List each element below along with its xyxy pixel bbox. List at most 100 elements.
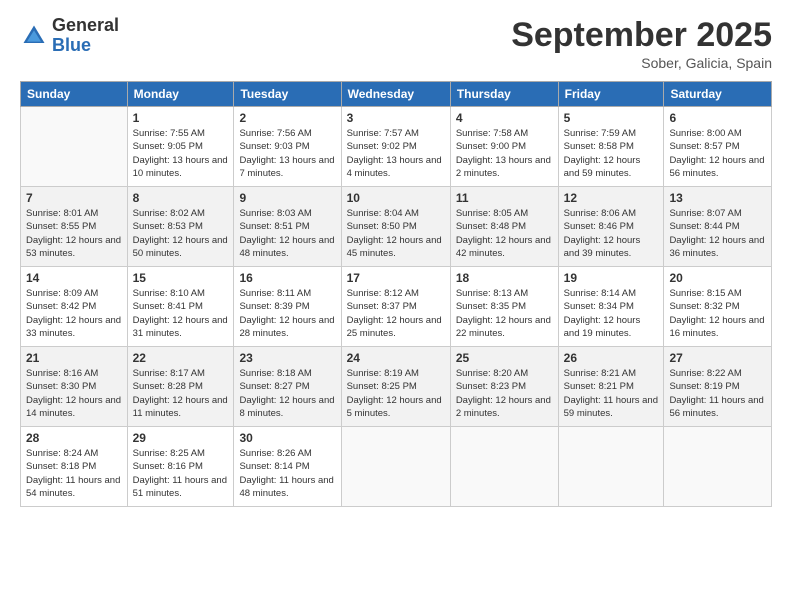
day-number: 17 <box>347 271 445 285</box>
day-number: 1 <box>133 111 229 125</box>
day-info: Sunrise: 8:01 AMSunset: 8:55 PMDaylight:… <box>26 207 122 260</box>
table-row: 14 Sunrise: 8:09 AMSunset: 8:42 PMDayligh… <box>21 267 128 347</box>
col-thursday: Thursday <box>450 82 558 107</box>
day-number: 5 <box>564 111 659 125</box>
table-row: 21 Sunrise: 8:16 AMSunset: 8:30 PMDayligh… <box>21 347 128 427</box>
table-row: 9 Sunrise: 8:03 AMSunset: 8:51 PMDaylight… <box>234 187 341 267</box>
header: General Blue September 2025 Sober, Galic… <box>20 16 772 71</box>
table-row: 7 Sunrise: 8:01 AMSunset: 8:55 PMDaylight… <box>21 187 128 267</box>
table-row: 24 Sunrise: 8:19 AMSunset: 8:25 PMDayligh… <box>341 347 450 427</box>
day-info: Sunrise: 8:21 AMSunset: 8:21 PMDaylight:… <box>564 367 659 420</box>
calendar-week-row: 14 Sunrise: 8:09 AMSunset: 8:42 PMDayligh… <box>21 267 772 347</box>
day-info: Sunrise: 8:12 AMSunset: 8:37 PMDaylight:… <box>347 287 445 340</box>
day-number: 18 <box>456 271 553 285</box>
day-info: Sunrise: 8:07 AMSunset: 8:44 PMDaylight:… <box>669 207 766 260</box>
logo: General Blue <box>20 16 119 56</box>
day-number: 8 <box>133 191 229 205</box>
table-row: 13 Sunrise: 8:07 AMSunset: 8:44 PMDayligh… <box>664 187 772 267</box>
day-number: 14 <box>26 271 122 285</box>
day-number: 12 <box>564 191 659 205</box>
day-info: Sunrise: 8:26 AMSunset: 8:14 PMDaylight:… <box>239 447 335 500</box>
day-info: Sunrise: 8:17 AMSunset: 8:28 PMDaylight:… <box>133 367 229 420</box>
page: General Blue September 2025 Sober, Galic… <box>0 0 792 612</box>
table-row: 30 Sunrise: 8:26 AMSunset: 8:14 PMDayligh… <box>234 427 341 507</box>
table-row: 17 Sunrise: 8:12 AMSunset: 8:37 PMDayligh… <box>341 267 450 347</box>
title-block: September 2025 Sober, Galicia, Spain <box>511 16 772 71</box>
col-monday: Monday <box>127 82 234 107</box>
table-row: 23 Sunrise: 8:18 AMSunset: 8:27 PMDayligh… <box>234 347 341 427</box>
logo-general-text: General <box>52 16 119 36</box>
day-info: Sunrise: 8:00 AMSunset: 8:57 PMDaylight:… <box>669 127 766 180</box>
table-row: 6 Sunrise: 8:00 AMSunset: 8:57 PMDaylight… <box>664 107 772 187</box>
table-row: 25 Sunrise: 8:20 AMSunset: 8:23 PMDayligh… <box>450 347 558 427</box>
day-number: 20 <box>669 271 766 285</box>
day-info: Sunrise: 8:04 AMSunset: 8:50 PMDaylight:… <box>347 207 445 260</box>
day-info: Sunrise: 8:05 AMSunset: 8:48 PMDaylight:… <box>456 207 553 260</box>
day-info: Sunrise: 7:59 AMSunset: 8:58 PMDaylight:… <box>564 127 659 180</box>
table-row: 10 Sunrise: 8:04 AMSunset: 8:50 PMDayligh… <box>341 187 450 267</box>
day-number: 11 <box>456 191 553 205</box>
table-row: 18Sunrise: 8:13 AMSunset: 8:35 PMDayligh… <box>450 267 558 347</box>
table-row <box>558 427 664 507</box>
day-info: Sunrise: 8:25 AMSunset: 8:16 PMDaylight:… <box>133 447 229 500</box>
table-row: 29 Sunrise: 8:25 AMSunset: 8:16 PMDayligh… <box>127 427 234 507</box>
day-number: 3 <box>347 111 445 125</box>
calendar-header-row: Sunday Monday Tuesday Wednesday Thursday… <box>21 82 772 107</box>
day-number: 9 <box>239 191 335 205</box>
day-number: 22 <box>133 351 229 365</box>
col-sunday: Sunday <box>21 82 128 107</box>
day-number: 10 <box>347 191 445 205</box>
table-row: 4Sunrise: 7:58 AMSunset: 9:00 PMDaylight… <box>450 107 558 187</box>
location-subtitle: Sober, Galicia, Spain <box>511 55 772 71</box>
day-info: Sunrise: 8:11 AMSunset: 8:39 PMDaylight:… <box>239 287 335 340</box>
table-row: 20 Sunrise: 8:15 AMSunset: 8:32 PMDayligh… <box>664 267 772 347</box>
day-info: Sunrise: 7:56 AMSunset: 9:03 PMDaylight:… <box>239 127 335 180</box>
day-number: 13 <box>669 191 766 205</box>
day-number: 25 <box>456 351 553 365</box>
table-row: 19Sunrise: 8:14 AMSunset: 8:34 PMDayligh… <box>558 267 664 347</box>
day-info: Sunrise: 8:19 AMSunset: 8:25 PMDaylight:… <box>347 367 445 420</box>
day-number: 16 <box>239 271 335 285</box>
table-row: 16 Sunrise: 8:11 AMSunset: 8:39 PMDayligh… <box>234 267 341 347</box>
table-row <box>21 107 128 187</box>
day-info: Sunrise: 8:20 AMSunset: 8:23 PMDaylight:… <box>456 367 553 420</box>
table-row: 8 Sunrise: 8:02 AMSunset: 8:53 PMDaylight… <box>127 187 234 267</box>
day-info: Sunrise: 7:55 AMSunset: 9:05 PMDaylight:… <box>133 127 229 180</box>
logo-icon <box>20 22 48 50</box>
logo-text: General Blue <box>52 16 119 56</box>
day-number: 30 <box>239 431 335 445</box>
day-number: 2 <box>239 111 335 125</box>
day-info: Sunrise: 8:15 AMSunset: 8:32 PMDaylight:… <box>669 287 766 340</box>
logo-blue-text: Blue <box>52 36 119 56</box>
table-row <box>664 427 772 507</box>
day-number: 23 <box>239 351 335 365</box>
day-number: 6 <box>669 111 766 125</box>
day-number: 21 <box>26 351 122 365</box>
day-number: 15 <box>133 271 229 285</box>
day-info: Sunrise: 8:06 AMSunset: 8:46 PMDaylight:… <box>564 207 659 260</box>
day-info: Sunrise: 8:03 AMSunset: 8:51 PMDaylight:… <box>239 207 335 260</box>
day-number: 29 <box>133 431 229 445</box>
day-info: Sunrise: 8:18 AMSunset: 8:27 PMDaylight:… <box>239 367 335 420</box>
day-info: Sunrise: 8:22 AMSunset: 8:19 PMDaylight:… <box>669 367 766 420</box>
table-row <box>450 427 558 507</box>
day-info: Sunrise: 8:16 AMSunset: 8:30 PMDaylight:… <box>26 367 122 420</box>
calendar-week-row: 7 Sunrise: 8:01 AMSunset: 8:55 PMDaylight… <box>21 187 772 267</box>
table-row: 22 Sunrise: 8:17 AMSunset: 8:28 PMDayligh… <box>127 347 234 427</box>
table-row: 12 Sunrise: 8:06 AMSunset: 8:46 PMDayligh… <box>558 187 664 267</box>
calendar-table: Sunday Monday Tuesday Wednesday Thursday… <box>20 81 772 507</box>
day-number: 24 <box>347 351 445 365</box>
day-info: Sunrise: 8:14 AMSunset: 8:34 PMDaylight:… <box>564 287 659 340</box>
table-row: 2 Sunrise: 7:56 AMSunset: 9:03 PMDaylight… <box>234 107 341 187</box>
col-friday: Friday <box>558 82 664 107</box>
day-number: 7 <box>26 191 122 205</box>
day-number: 4 <box>456 111 553 125</box>
table-row: 3Sunrise: 7:57 AMSunset: 9:02 PMDaylight… <box>341 107 450 187</box>
day-info: Sunrise: 8:09 AMSunset: 8:42 PMDaylight:… <box>26 287 122 340</box>
day-info: Sunrise: 8:02 AMSunset: 8:53 PMDaylight:… <box>133 207 229 260</box>
day-number: 26 <box>564 351 659 365</box>
table-row: 15Sunrise: 8:10 AMSunset: 8:41 PMDayligh… <box>127 267 234 347</box>
day-info: Sunrise: 8:24 AMSunset: 8:18 PMDaylight:… <box>26 447 122 500</box>
month-title: September 2025 <box>511 16 772 55</box>
table-row: 5 Sunrise: 7:59 AMSunset: 8:58 PMDaylight… <box>558 107 664 187</box>
